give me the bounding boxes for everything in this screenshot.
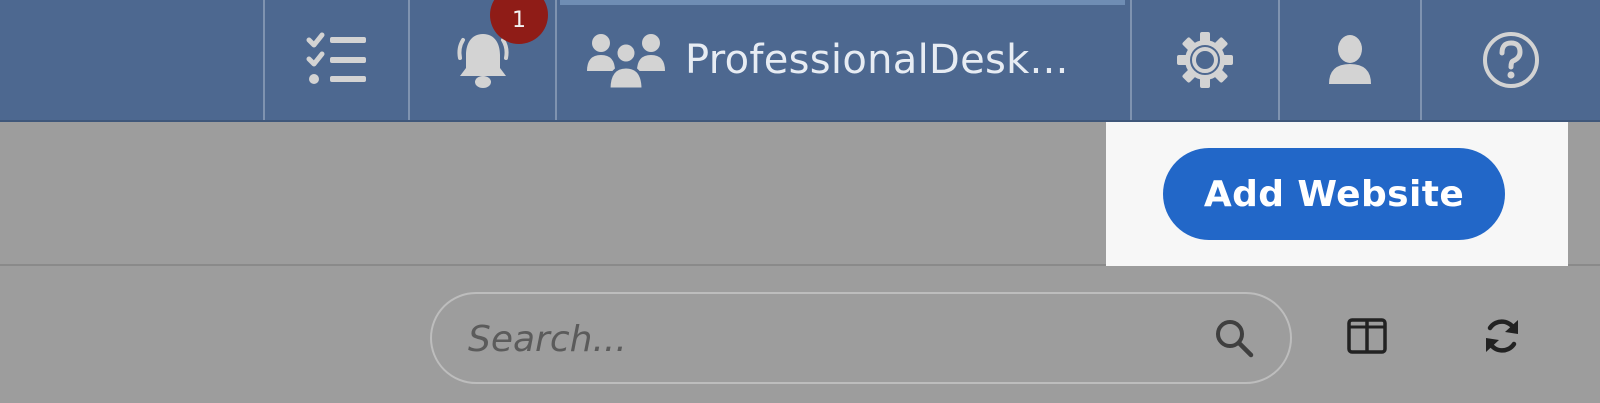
account-name: ProfessionalDesk... xyxy=(685,37,1069,83)
profile-button[interactable] xyxy=(1278,0,1420,120)
users-group-icon xyxy=(585,29,667,91)
user-icon xyxy=(1327,34,1373,86)
search-icon[interactable] xyxy=(1214,318,1254,363)
tasks-button[interactable] xyxy=(263,0,408,120)
top-navigation-bar: 1 ProfessionalDesk... xyxy=(0,0,1600,122)
refresh-icon[interactable] xyxy=(1482,316,1522,361)
checklist-icon xyxy=(306,32,368,88)
settings-button[interactable] xyxy=(1130,0,1278,120)
account-switcher[interactable]: ProfessionalDesk... xyxy=(555,0,1130,120)
help-button[interactable] xyxy=(1420,0,1600,120)
help-circle-icon xyxy=(1481,30,1541,90)
columns-icon[interactable] xyxy=(1347,318,1387,359)
add-website-button[interactable]: Add Website xyxy=(1163,148,1505,240)
search-field[interactable] xyxy=(430,292,1292,384)
gear-icon xyxy=(1175,30,1235,90)
search-input[interactable] xyxy=(466,312,1190,366)
